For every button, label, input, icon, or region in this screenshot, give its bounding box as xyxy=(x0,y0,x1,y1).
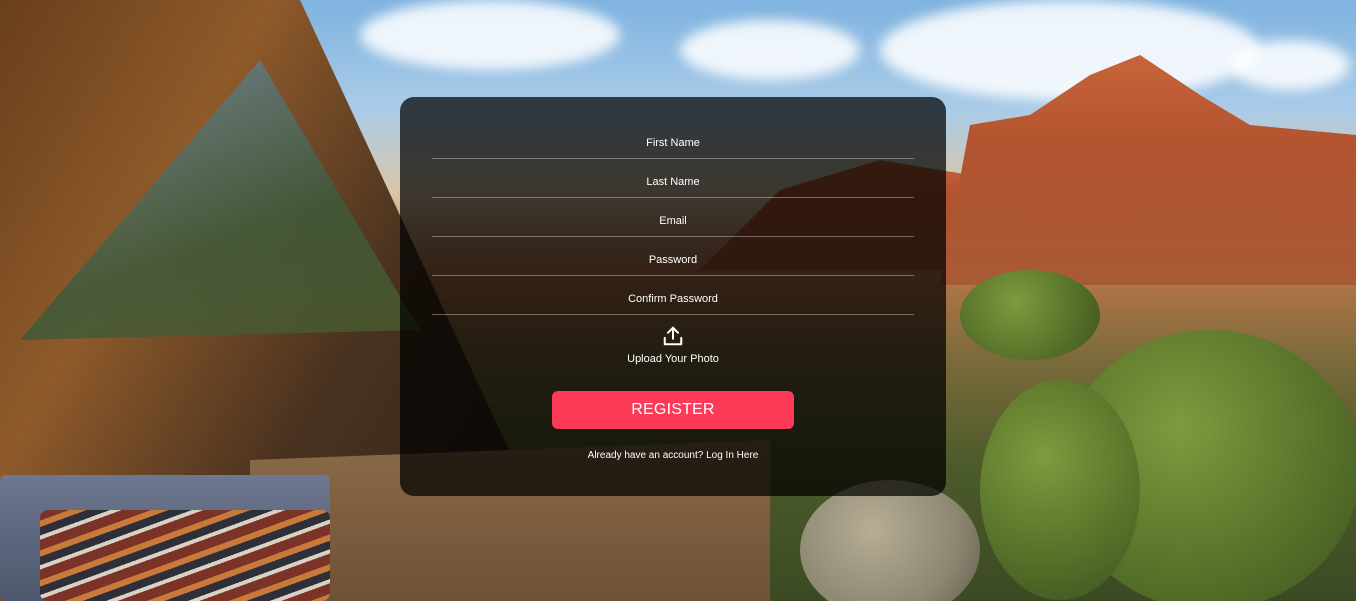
password-input[interactable] xyxy=(432,245,914,275)
confirm-password-input[interactable] xyxy=(432,284,914,314)
cloud xyxy=(880,0,1260,100)
login-link[interactable]: Log In Here xyxy=(706,450,758,461)
register-form: Upload Your Photo REGISTER Already have … xyxy=(400,97,946,496)
first-name-input[interactable] xyxy=(432,128,914,158)
bush xyxy=(980,380,1140,600)
password-field xyxy=(432,245,914,276)
cloud xyxy=(680,20,860,80)
last-name-field xyxy=(432,167,914,198)
upload-photo-label: Upload Your Photo xyxy=(627,353,719,365)
login-prompt-text: Already have an account? xyxy=(587,450,704,461)
bush xyxy=(800,480,980,601)
confirm-password-field xyxy=(432,284,914,315)
cloud xyxy=(1230,40,1350,90)
upload-photo-button[interactable]: Upload Your Photo xyxy=(573,321,773,369)
first-name-field xyxy=(432,128,914,159)
email-input[interactable] xyxy=(432,206,914,236)
bush xyxy=(960,270,1100,360)
email-field xyxy=(432,206,914,237)
blanket xyxy=(40,510,330,601)
register-button[interactable]: REGISTER xyxy=(552,391,794,429)
last-name-input[interactable] xyxy=(432,167,914,197)
cloud xyxy=(360,0,620,70)
login-prompt: Already have an account? Log In Here xyxy=(400,450,946,461)
upload-icon xyxy=(663,326,683,346)
